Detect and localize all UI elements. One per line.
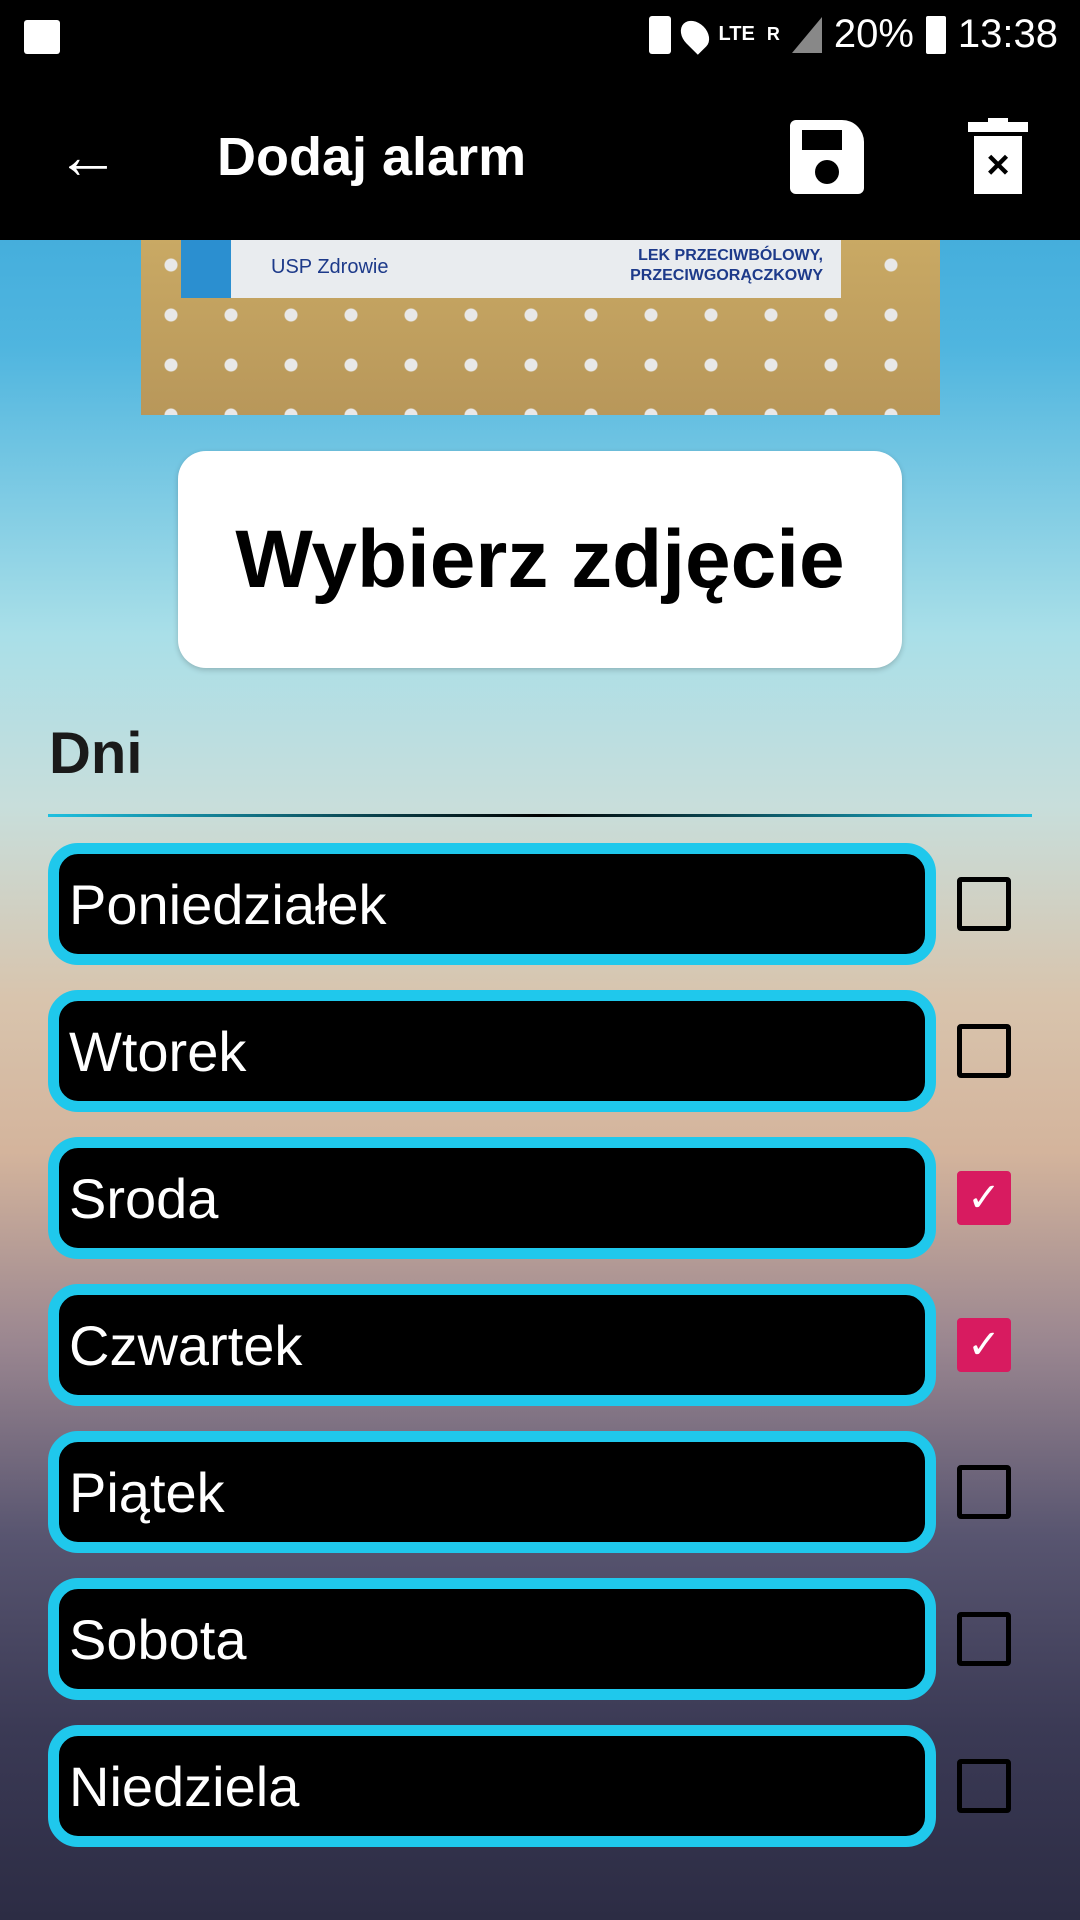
days-heading: Dni — [49, 721, 143, 786]
clock: 13:38 — [957, 12, 1058, 56]
day-checkbox[interactable] — [957, 877, 1011, 931]
page-title: Dodaj alarm — [217, 127, 527, 187]
delete-icon[interactable]: × — [968, 118, 1028, 196]
day-row[interactable]: Wtorek — [48, 990, 936, 1112]
day-checkbox[interactable]: ✓ — [957, 1318, 1011, 1372]
choose-photo-button[interactable]: Wybierz zdjęcie — [178, 451, 902, 668]
photo-label-line2: PRZECIWGORĄCZKOWY — [630, 267, 823, 284]
day-checkbox[interactable] — [957, 1024, 1011, 1078]
toolbar: ← Dodaj alarm × — [0, 78, 1080, 240]
roaming-indicator: R — [766, 24, 780, 44]
battery-icon — [925, 15, 946, 54]
day-row[interactable]: Niedziela — [48, 1725, 936, 1847]
medicine-box: USP Zdrowie LEK PRZECIWBÓLOWY, PRZECIWGO… — [181, 240, 841, 298]
divider — [48, 814, 1032, 817]
photo-label-line1: LEK PRZECIWBÓLOWY, — [638, 247, 823, 264]
day-checkbox[interactable] — [957, 1759, 1011, 1813]
photo-label: LEK PRZECIWBÓLOWY, PRZECIWGORĄCZKOWY — [630, 246, 823, 286]
day-checkbox[interactable] — [957, 1612, 1011, 1666]
signal-icon — [791, 16, 822, 53]
arrow-back-icon[interactable]: ← — [56, 124, 120, 188]
location-icon — [674, 14, 715, 55]
status-bar: LTE R 20% 13:38 — [0, 0, 1080, 78]
day-row[interactable]: Piątek — [48, 1431, 936, 1553]
day-checkbox[interactable]: ✓ — [957, 1171, 1011, 1225]
battery-percent: 20% — [833, 12, 914, 56]
gallery-notification-icon — [24, 20, 60, 54]
day-row[interactable]: Sroda — [48, 1137, 936, 1259]
medicine-photo: USP Zdrowie LEK PRZECIWBÓLOWY, PRZECIWGO… — [141, 240, 940, 415]
photo-brand: USP Zdrowie — [271, 256, 389, 278]
day-row[interactable]: Poniedziałek — [48, 843, 936, 965]
battery-saver-icon — [648, 15, 671, 54]
save-icon[interactable] — [790, 120, 864, 194]
day-row[interactable]: Czwartek — [48, 1284, 936, 1406]
day-row[interactable]: Sobota — [48, 1578, 936, 1700]
network-type: LTE — [718, 23, 755, 45]
day-checkbox[interactable] — [957, 1465, 1011, 1519]
